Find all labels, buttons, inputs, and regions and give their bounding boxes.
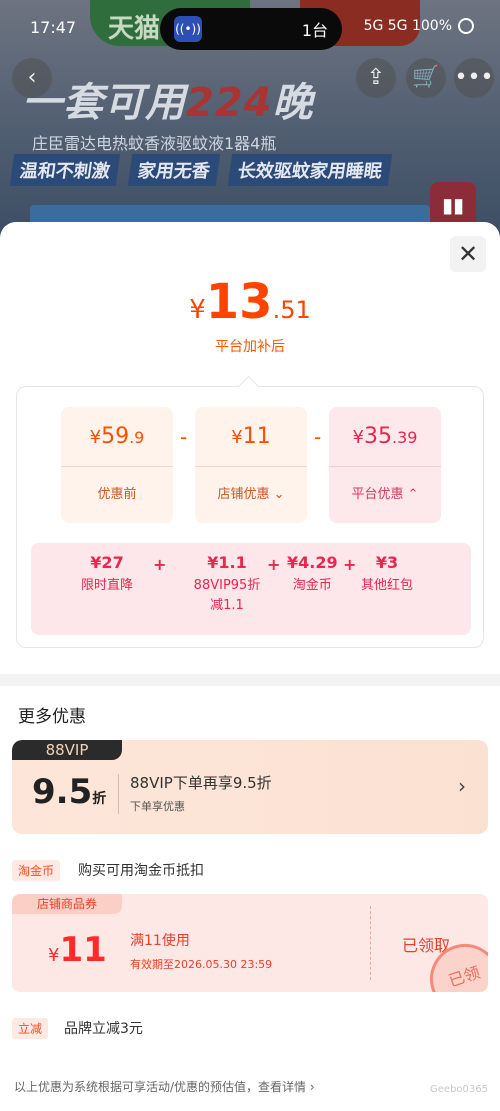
platform-item-value: ¥3 (375, 553, 399, 572)
coupon-tag: 店铺商品券 (12, 894, 122, 914)
integer: 59 (101, 424, 130, 449)
discount-sheet: ✕ ¥13.51 平台加补后 ¥59.9 优惠前 - ¥11 店铺优惠 ⌄ - … (0, 222, 500, 1111)
banner-headline: 一套可用224晚 (22, 70, 314, 128)
lijian-tag: 立减 (12, 1018, 49, 1039)
platform-discount-toggle[interactable]: 平台优惠 ⌃ (329, 467, 441, 523)
decimal: .9 (129, 428, 145, 447)
vip-main-text: 88VIP下单再享9.5折 (130, 774, 272, 792)
vip-number: 9.5 (32, 772, 93, 812)
more-discounts-title: 更多优惠 (18, 707, 86, 727)
platform-discount-details: ¥27 限时直降 + ¥1.1 88VIP95折 减1.1 + ¥4.29 淘金… (31, 543, 471, 635)
final-decimal: .51 (272, 296, 311, 324)
store-discount-toggle[interactable]: 店铺优惠 ⌄ (195, 467, 307, 523)
dynamic-island: ((•)) 1台 (160, 8, 342, 50)
signal-battery-text: 5G 5G 100% (363, 18, 452, 34)
status-right: 5G 5G 100% (364, 18, 474, 34)
platform-item: ¥4.29 淘金币 (287, 553, 338, 596)
status-time: 17:47 (30, 18, 77, 37)
platform-item-value: ¥4.29 (287, 553, 338, 572)
integer: 11 (242, 424, 271, 449)
chevron-right-icon[interactable]: › (458, 774, 466, 798)
platform-item-label: 88VIP95折 减1.1 (193, 578, 261, 613)
banner-tags: 温和不刺激 家用无香 长效驱蚊家用睡眠 (9, 154, 393, 186)
platform-discount-box[interactable]: ¥35.39 平台优惠 ⌃ (329, 407, 441, 523)
coupon-amount: ¥11 (48, 930, 107, 970)
currency: ¥ (231, 427, 243, 448)
store-discount-box[interactable]: ¥11 店铺优惠 ⌄ (195, 407, 307, 523)
price-breakdown: ¥59.9 优惠前 - ¥11 店铺优惠 ⌄ - ¥35.39 平台优惠 ⌃ ¥… (16, 386, 484, 648)
island-count: 1台 (301, 21, 328, 40)
coupon-expiry: 有效期至2026.05.30 23:59 (130, 958, 273, 971)
vip-badge: 88VIP (12, 740, 122, 760)
footer-note-link[interactable]: 以上优惠为系统根据可享活动/优惠的预估值，查看详情 › (14, 1078, 315, 1095)
nfc-app-icon: ((•)) (174, 16, 202, 42)
minus-sign: - (314, 425, 322, 449)
share-icon[interactable]: ⇪ (356, 58, 396, 98)
banner-subtitle: 庄臣雷达电热蚊香液驱蚊液1器4瓶 (32, 134, 277, 153)
decimal: .39 (392, 428, 418, 447)
vip-discount-number: 9.5折 (32, 772, 106, 812)
coupon-currency: ¥ (48, 945, 60, 966)
status-bar: 17:47 ((•)) 1台 5G 5G 100% (0, 0, 500, 58)
minus-sign: - (180, 425, 188, 449)
cart-icon[interactable]: 🛒 (406, 58, 446, 98)
integer: 35 (364, 424, 392, 449)
store-coupon[interactable]: 店铺商品券 ¥11 满11使用 有效期至2026.05.30 23:59 已领取… (12, 894, 488, 992)
coupon-integer: 11 (59, 930, 107, 970)
platform-item-value: ¥1.1 (207, 553, 247, 572)
headline-num: 224 (186, 80, 273, 126)
plus-sign: + (267, 555, 281, 574)
vip-separator (118, 774, 119, 814)
original-price-value: ¥59.9 (61, 407, 173, 467)
banner-tag: 温和不刺激 (9, 154, 121, 186)
final-integer: 13 (205, 274, 273, 330)
more-icon[interactable]: ••• (454, 58, 494, 98)
platform-item: ¥3 其他红包 (361, 553, 413, 596)
headline-post: 晚 (272, 80, 314, 126)
taojinbi-text: 购买可用淘金币抵扣 (78, 863, 204, 879)
section-divider (0, 674, 500, 686)
platform-item: ¥1.1 88VIP95折 减1.1 (181, 553, 273, 616)
plus-sign: + (343, 555, 357, 574)
lijian-text: 品牌立减3元 (64, 1021, 143, 1037)
plus-sign: + (153, 555, 167, 574)
platform-item: ¥27 限时直降 (81, 553, 133, 596)
coupon-condition: 满11使用 (130, 933, 190, 949)
vip-unit: 折 (92, 791, 107, 807)
original-price-box: ¥59.9 优惠前 (61, 407, 173, 523)
platform-discount-value: ¥35.39 (329, 407, 441, 467)
store-discount-value: ¥11 (195, 407, 307, 467)
platform-item-label: 其他红包 (361, 578, 414, 593)
final-currency: ¥ (189, 295, 206, 325)
currency: ¥ (352, 427, 364, 448)
taojinbi-tag: 淘金币 (12, 860, 61, 881)
status-circle-icon (458, 18, 474, 34)
watermark: Geebo0365 (430, 1084, 488, 1095)
banner-tag: 家用无香 (127, 154, 221, 186)
banner-tag: 长效驱蚊家用睡眠 (227, 154, 393, 186)
currency: ¥ (89, 427, 102, 448)
final-price: ¥13.51 (0, 274, 500, 330)
vip-sub-text: 下单享优惠 (130, 800, 185, 813)
coupon-divider (370, 906, 371, 980)
platform-item-value: ¥27 (90, 553, 124, 572)
platform-item-label: 淘金币 (292, 578, 332, 593)
vip-discount-card[interactable]: 88VIP 9.5折 88VIP下单再享9.5折 下单享优惠 › (12, 740, 488, 834)
close-button[interactable]: ✕ (450, 236, 486, 272)
final-price-label: 平台加补后 (215, 339, 285, 355)
back-button[interactable]: ‹ (12, 58, 52, 98)
original-price-label: 优惠前 (97, 487, 137, 502)
platform-item-label: 限时直降 (81, 578, 134, 593)
